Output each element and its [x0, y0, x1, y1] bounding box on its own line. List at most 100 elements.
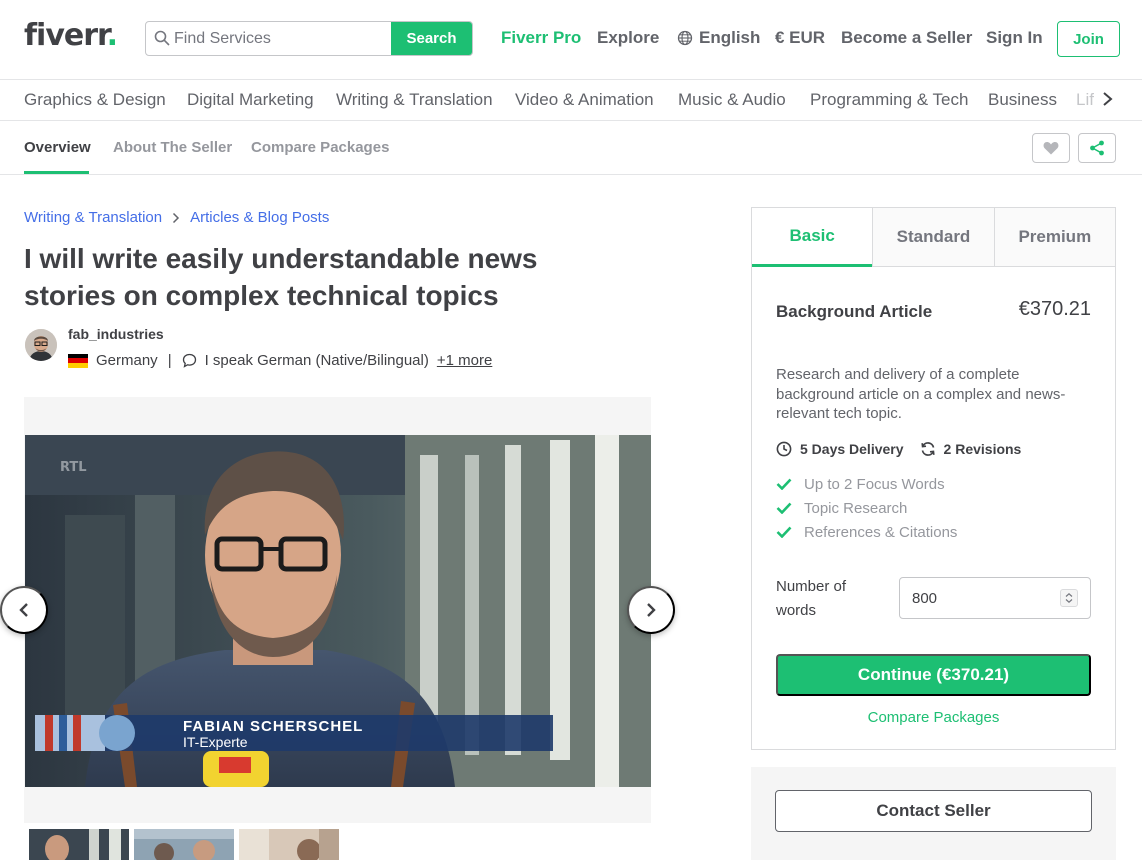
chevron-right-icon [173, 212, 180, 223]
tab-overview[interactable]: Overview [24, 139, 91, 156]
search-box: Search [145, 21, 473, 56]
category-menu: Graphics & Design Digital Marketing Writ… [0, 80, 1142, 121]
gallery-thumbnail[interactable] [239, 829, 339, 860]
logo-dot: . [106, 18, 118, 53]
video-frame-image: RTL FABIAN SCHERSCHEL IT-Experte [25, 435, 651, 787]
nav-fiverr-pro[interactable]: Fiverr Pro [501, 28, 581, 48]
contact-seller-button[interactable]: Contact Seller [775, 790, 1092, 832]
overlay-name: FABIAN SCHERSCHEL [183, 718, 363, 735]
feature-item: Up to 2 Focus Words [776, 472, 957, 496]
feature-item: References & Citations [776, 520, 957, 544]
save-favorite-button[interactable] [1032, 133, 1070, 163]
words-label: Number of words [776, 578, 847, 619]
breadcrumb-articles-blog-posts[interactable]: Articles & Blog Posts [190, 209, 329, 226]
germany-flag-icon [68, 353, 88, 368]
seller-language: I speak German (Native/Bilingual) [204, 352, 429, 369]
package-name: Background Article [776, 302, 933, 321]
words-quantity-input[interactable]: 800 [899, 577, 1091, 619]
feature-label: References & Citations [804, 523, 958, 541]
chevron-right-icon[interactable] [1098, 88, 1118, 110]
top-header: fiverr. Search Fiverr Pro Explore Englis… [0, 0, 1142, 80]
feature-label: Topic Research [804, 499, 908, 517]
meta-divider: | [167, 352, 172, 369]
package-price: €370.21 [1018, 298, 1091, 320]
contact-seller-section: Contact Seller [751, 767, 1116, 860]
package-tabs: Basic Standard Premium [752, 208, 1115, 267]
category-music-audio[interactable]: Music & Audio [678, 90, 786, 110]
check-icon [776, 502, 792, 514]
package-meta: 5 Days Delivery 2 Revisions [776, 441, 1037, 457]
nav-explore[interactable]: Explore [597, 28, 659, 48]
channel-logo: RTL [60, 460, 87, 475]
chevron-right-icon [647, 603, 656, 617]
check-icon [776, 526, 792, 538]
words-value: 800 [912, 589, 938, 607]
quantity-stepper[interactable] [1060, 589, 1078, 607]
seller-username[interactable]: fab_industries [68, 326, 164, 342]
globe-icon [677, 30, 693, 46]
nav-become-seller[interactable]: Become a Seller [841, 28, 972, 48]
package-tab-premium[interactable]: Premium [993, 208, 1115, 267]
package-box: Basic Standard Premium Background Articl… [751, 207, 1116, 750]
speech-bubble-icon [182, 353, 196, 368]
gig-video-still[interactable]: RTL FABIAN SCHERSCHEL IT-Experte [25, 435, 651, 787]
delivery-label: 5 Days Delivery [800, 441, 904, 457]
continue-button[interactable]: Continue (€370.21) [776, 654, 1091, 696]
gallery-thumbnail[interactable] [134, 829, 234, 860]
search-input[interactable] [146, 22, 391, 55]
category-digital-marketing[interactable]: Digital Marketing [187, 90, 314, 110]
fiverr-logo[interactable]: fiverr. [24, 18, 118, 53]
thumbnail-image [239, 829, 339, 860]
join-button[interactable]: Join [1057, 21, 1120, 57]
nav-sign-in[interactable]: Sign In [986, 28, 1043, 48]
chevron-left-icon [19, 603, 28, 617]
share-button[interactable] [1078, 133, 1116, 163]
check-icon [776, 478, 792, 490]
tab-about-seller[interactable]: About The Seller [113, 139, 232, 156]
gig-subnav: Overview About The Seller Compare Packag… [0, 121, 1142, 175]
breadcrumb: Writing & Translation Articles & Blog Po… [24, 209, 329, 226]
stepper-arrows-icon [1065, 592, 1073, 604]
compare-packages-link[interactable]: Compare Packages [752, 709, 1115, 726]
clock-icon [776, 441, 792, 457]
more-languages-link[interactable]: +1 more [437, 352, 492, 369]
search-icon [154, 30, 170, 46]
category-video-animation[interactable]: Video & Animation [515, 90, 654, 110]
logo-text: fiverr [24, 18, 108, 53]
thumbnail-image [29, 829, 129, 860]
category-programming-tech[interactable]: Programming & Tech [810, 90, 968, 110]
refresh-icon [920, 442, 935, 456]
revisions: 2 Revisions [920, 441, 1022, 457]
category-business[interactable]: Business [988, 90, 1057, 110]
gig-title: I will write easily understandable news … [24, 243, 538, 311]
nav-currency[interactable]: € EUR [775, 28, 825, 48]
feature-label: Up to 2 Focus Words [804, 475, 945, 493]
package-tab-standard[interactable]: Standard [872, 208, 994, 267]
overlay-role: IT-Experte [183, 734, 248, 750]
feature-item: Topic Research [776, 496, 957, 520]
gallery-prev-button[interactable] [0, 586, 48, 634]
active-tab-indicator [24, 171, 89, 174]
package-tab-basic[interactable]: Basic [752, 208, 873, 267]
delivery-time: 5 Days Delivery [776, 441, 904, 457]
heart-icon [1043, 142, 1059, 155]
seller-meta: Germany | I speak German (Native/Bilingu… [68, 352, 492, 369]
avatar-photo [25, 329, 57, 361]
category-graphics-design[interactable]: Graphics & Design [24, 90, 166, 110]
thumbnail-image [134, 829, 234, 860]
search-button[interactable]: Search [391, 22, 472, 55]
category-lifestyle[interactable]: Lif [1076, 90, 1094, 110]
gallery-next-button[interactable] [627, 586, 675, 634]
package-description: Research and delivery of a complete back… [776, 366, 1066, 422]
category-writing-translation[interactable]: Writing & Translation [336, 90, 493, 110]
gallery-thumbnail[interactable] [29, 829, 129, 860]
seller-avatar[interactable] [25, 329, 57, 361]
language-label: English [699, 28, 761, 47]
feature-list: Up to 2 Focus Words Topic Research Refer… [776, 472, 957, 544]
breadcrumb-writing-translation[interactable]: Writing & Translation [24, 209, 162, 226]
nav-language[interactable]: English [677, 28, 760, 48]
revisions-label: 2 Revisions [943, 441, 1022, 457]
share-icon [1090, 140, 1104, 156]
tab-compare-packages[interactable]: Compare Packages [251, 139, 389, 156]
seller-country: Germany [96, 352, 158, 369]
